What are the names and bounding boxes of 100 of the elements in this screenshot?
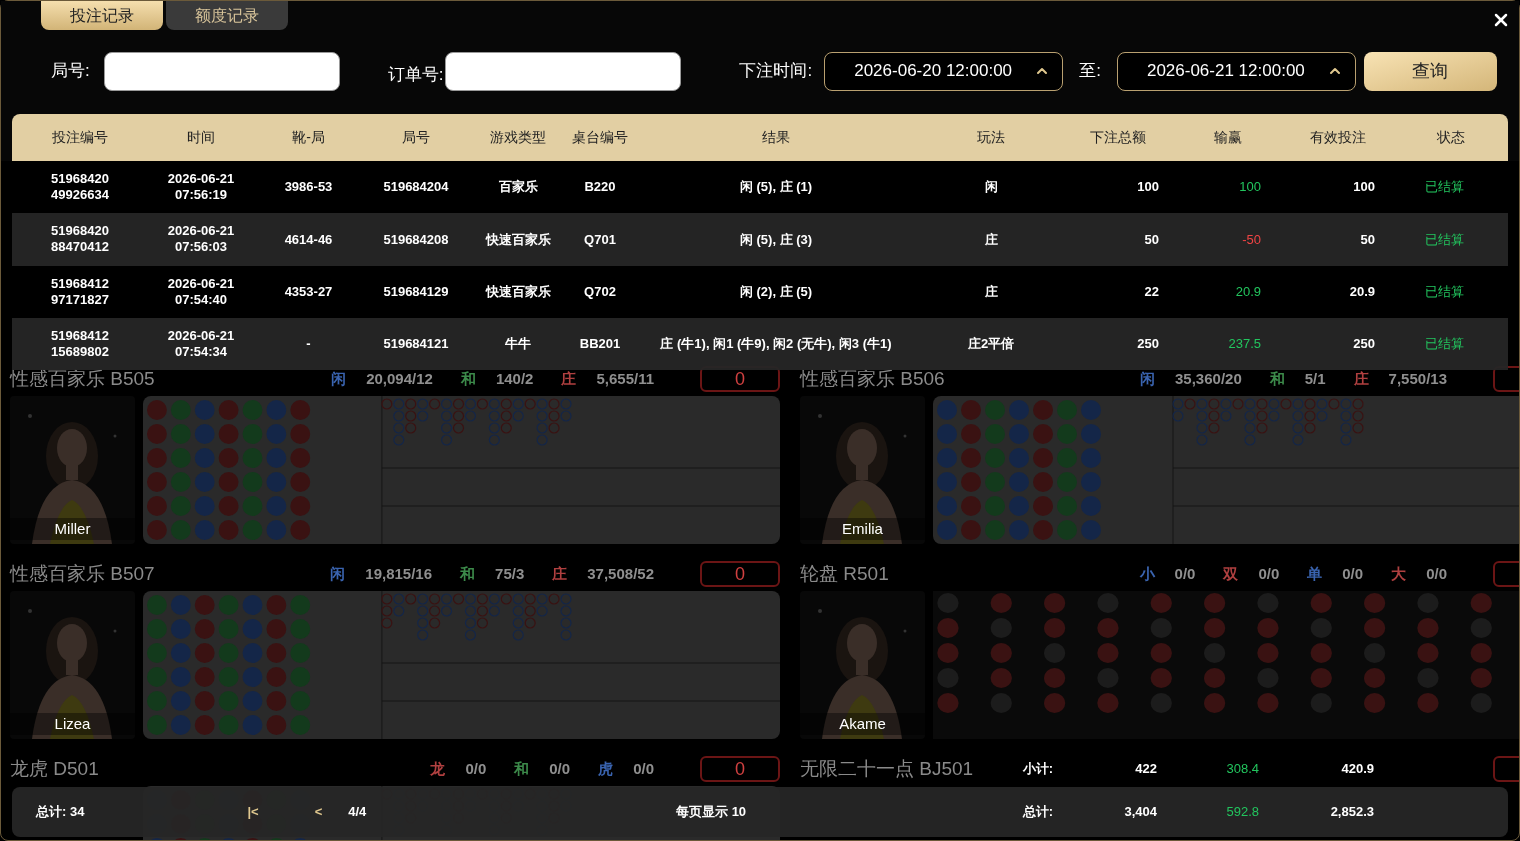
stat-value: 0/0 xyxy=(1258,563,1280,584)
table-cell-text: 4353-27 xyxy=(283,283,334,301)
stat-label: 闲 xyxy=(1140,368,1155,389)
table-cell-text: 51968412 15689802 xyxy=(50,328,110,361)
field-label: 至: xyxy=(1079,60,1101,83)
subtotal-valid: 420.9 xyxy=(1340,760,1375,779)
table-cell-text: 闲 xyxy=(983,178,999,197)
date-field[interactable]: 2026-06-21 12:00:00 xyxy=(1116,51,1356,91)
subtotal-winloss: 308.4 xyxy=(1225,760,1260,779)
table-cell-text: 庄 xyxy=(983,283,999,301)
column-header: 结果 xyxy=(761,128,791,147)
table-cell-text: 快速百家乐 xyxy=(484,230,552,249)
table-cell-text: 2026-06-21 07:54:40 xyxy=(166,275,236,308)
table-cell-text: 2026-06-21 07:54:34 xyxy=(166,328,236,361)
total-count: 总计: 34 xyxy=(36,803,85,822)
table-cell-text: 100 xyxy=(1352,178,1376,197)
table-title: 龙虎 D501 xyxy=(10,756,99,781)
column-header: 靴-局 xyxy=(291,128,326,147)
dealer-name: Miller xyxy=(10,517,135,540)
per-page-text: 每页显示 10 xyxy=(675,803,748,822)
table-title: 性感百家乐 B506 xyxy=(800,366,945,391)
table-cell-text: 51968412 97171827 xyxy=(50,275,110,308)
tab[interactable]: 投注记录 xyxy=(41,1,163,30)
table-cell-text: 50 xyxy=(1359,230,1376,249)
field-label: 局号: xyxy=(51,60,90,83)
column-header: 状态 xyxy=(1435,128,1466,147)
stat-label: 虎 xyxy=(598,758,614,779)
table-cell-text: 519684121 xyxy=(382,335,450,354)
column-header: 时间 xyxy=(186,128,216,147)
stat-value: 37,508/52 xyxy=(587,563,654,584)
table-cell-text: 237.5 xyxy=(1227,335,1262,354)
stat-value: 35,360/20 xyxy=(1175,368,1242,389)
status-text: 已结算 xyxy=(1424,178,1465,197)
stat-label: 单 xyxy=(1307,563,1323,584)
stat-value: 0/0 xyxy=(549,758,571,779)
table-cell-text: -50 xyxy=(1241,230,1262,249)
stat-label: 和 xyxy=(514,758,530,779)
table-cell-text: 牛牛 xyxy=(504,335,532,354)
previous-page-button[interactable]: < xyxy=(314,802,323,822)
date-field[interactable]: 2026-06-20 12:00:00 xyxy=(824,51,1064,91)
stat-label: 和 xyxy=(1269,368,1285,389)
table-cell-text: 庄 xyxy=(983,230,999,249)
stat-label: 庄 xyxy=(561,368,577,389)
table-cell-text: 3986-53 xyxy=(283,178,334,197)
tab[interactable]: 额度记录 xyxy=(166,1,288,30)
counter-badge: 0 xyxy=(700,756,780,782)
table-cell-text: 100 xyxy=(1238,178,1262,197)
dealer-name: Emilia xyxy=(800,517,925,540)
input-field[interactable] xyxy=(445,51,682,91)
table-cell-text: 20.9 xyxy=(1234,283,1262,301)
column-header: 下注总额 xyxy=(1089,128,1147,147)
table-cell-text: 闲 (5), 庄 (1) xyxy=(738,178,814,197)
table-title: 无限二十一点 BJ501 xyxy=(800,756,974,781)
stat-label: 和 xyxy=(460,563,476,584)
table-cell-text: 百家乐 xyxy=(497,178,539,197)
stat-value: 0/0 xyxy=(1342,563,1364,584)
stat-value: 140/2 xyxy=(495,368,534,389)
table-cell-text: 闲 (5), 庄 (3) xyxy=(738,230,814,249)
stat-value: 0/0 xyxy=(1426,563,1447,584)
table-cell-text: 100 xyxy=(1136,178,1160,197)
table-cell-text: 50 xyxy=(1143,230,1160,249)
column-header: 游戏类型 xyxy=(489,128,547,147)
table-title: 性感百家乐 B505 xyxy=(10,366,155,391)
table-cell-text: 250 xyxy=(1352,335,1376,354)
column-header: 玩法 xyxy=(976,128,1006,147)
counter-badge: 0 xyxy=(700,561,780,587)
page-indicator: 4/4 xyxy=(348,803,367,822)
stat-value: 0/0 xyxy=(1174,563,1196,584)
total-label: 总计: xyxy=(1021,803,1054,822)
column-header: 桌台编号 xyxy=(571,128,629,147)
stat-label: 大 xyxy=(1391,563,1407,584)
stat-value: 20,094/12 xyxy=(366,368,433,389)
table-cell-text: 2026-06-21 07:56:03 xyxy=(166,223,236,256)
subtotal-label: 小计: xyxy=(1022,760,1053,779)
table-cell-text: B220 xyxy=(583,178,617,197)
total-amount: 3,404 xyxy=(1123,803,1158,822)
stat-value: 19,815/16 xyxy=(365,563,433,584)
table-cell-text: BB201 xyxy=(578,335,622,354)
table-cell-text: 快速百家乐 xyxy=(484,283,552,301)
stat-label: 龙 xyxy=(430,758,446,779)
dealer-name: Akame xyxy=(800,712,925,735)
table-cell-text: 4614-46 xyxy=(283,230,334,249)
total-winloss: 592.8 xyxy=(1225,803,1260,822)
first-page-button[interactable]: |< xyxy=(247,802,259,822)
stat-label: 闲 xyxy=(330,563,346,584)
field-label: 下注时间: xyxy=(739,60,813,83)
table-cell-text: 闲 (2), 庄 (5) xyxy=(738,283,814,301)
stat-label: 庄 xyxy=(1353,368,1369,389)
input-field[interactable] xyxy=(103,51,340,91)
table-cell-text: 22 xyxy=(1143,283,1160,301)
stat-label: 闲 xyxy=(331,368,347,389)
column-header: 局号 xyxy=(401,128,431,147)
query-button[interactable]: 查询 xyxy=(1363,51,1497,91)
table-cell-text: 250 xyxy=(1136,335,1160,354)
table-cell-text: 2026-06-21 07:56:19 xyxy=(166,171,236,204)
stat-value: 5,655/11 xyxy=(596,368,654,389)
stat-label: 小 xyxy=(1139,563,1155,584)
table-title: 轮盘 R501 xyxy=(800,561,889,586)
table-cell-text: 519684208 xyxy=(382,230,450,249)
table-cell-text: - xyxy=(305,335,312,354)
